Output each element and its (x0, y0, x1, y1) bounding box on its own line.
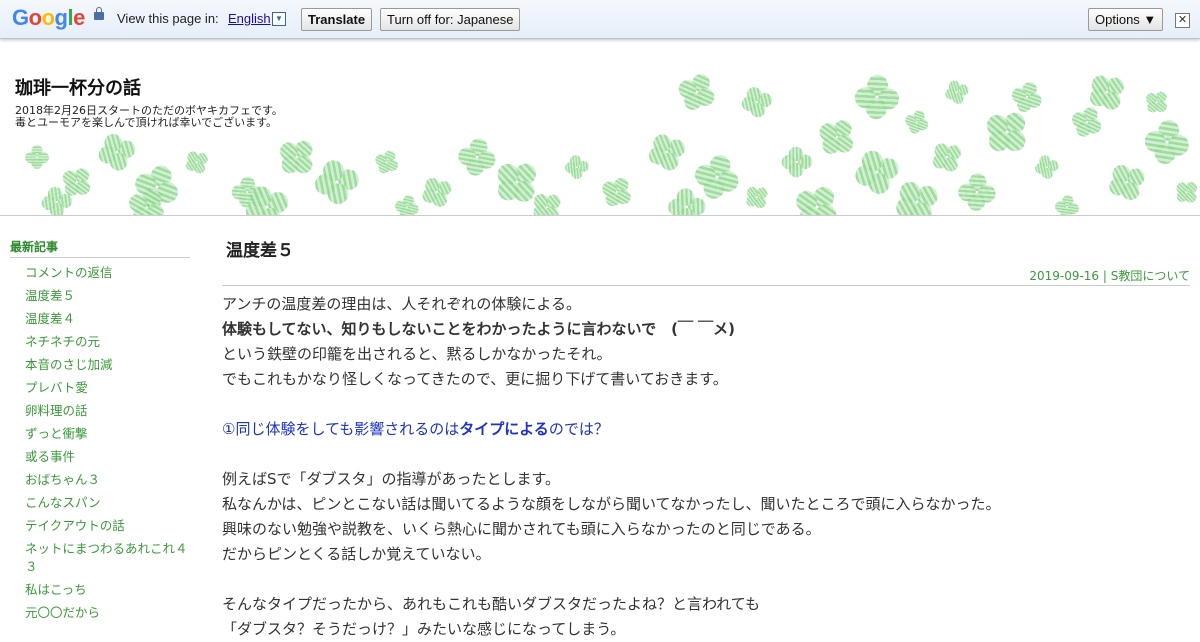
sidebar-item[interactable]: プレバト愛 (25, 379, 190, 397)
language-select[interactable]: English (228, 11, 271, 26)
sidebar: 最新記事 コメントの返信 温度差５ 温度差４ ネチネチの元 本音のさじ加減 プレ… (10, 238, 190, 627)
paragraph: 私なんかは、ピンとこない話は聞いてるような顔をしながら聞いてなかったし、聞いたと… (222, 495, 1001, 513)
sidebar-item[interactable]: 温度差４ (25, 310, 190, 328)
paragraph: という鉄壁の印籠を出されると、黙るしかなかったそれ。 (222, 345, 612, 363)
heading-bold: タイプによる (459, 420, 549, 438)
paragraph: そんなタイプだったから、あれもこれも酷いダブスタだったよね？と言われても (222, 595, 761, 613)
paragraph: 興味のない勉強や説教を、いくら熱心に聞かされても頭に入らなかったのと同じである。 (222, 520, 821, 538)
post: 温度差５ 2019-09-16 | S教団について アンチの温度差の理由は、人そ… (222, 236, 1190, 642)
sidebar-item[interactable]: ネチネチの元 (25, 333, 190, 351)
sidebar-title: 最新記事 (10, 238, 190, 258)
turn-off-button[interactable]: Turn off for: Japanese (380, 8, 521, 31)
paragraph: 例えばSで「ダブスタ」の指導があったとします。 (222, 470, 561, 488)
sidebar-item[interactable]: 温度差５ (25, 287, 190, 305)
sidebar-item[interactable]: ネットにまつわるあれこれ４３ (25, 540, 190, 576)
sidebar-item[interactable]: こんなスパン (25, 494, 190, 512)
paragraph: だからピンとくる話しか覚えていない。 (222, 545, 491, 563)
post-body: アンチの温度差の理由は、人それぞれの体験による。 体験もしてない、知りもしないこ… (222, 292, 1190, 642)
header-banner: 珈琲一杯分の話 2018年2月26日スタートのただのボヤキカフェです。 毒とユー… (0, 65, 1200, 215)
site-description: 2018年2月26日スタートのただのボヤキカフェです。 毒とユーモアを楽しんで頂… (15, 105, 283, 129)
sidebar-item[interactable]: 卵料理の話 (25, 402, 190, 420)
google-logo: Google (12, 5, 85, 30)
sidebar-item[interactable]: おばちゃん３ (25, 471, 190, 489)
sidebar-item[interactable]: 本音のさじ加減 (25, 356, 190, 374)
sidebar-item[interactable]: テイクアウトの話 (25, 517, 190, 535)
sidebar-item[interactable]: 元〇〇だから (25, 604, 190, 622)
translate-bar: Google View this page in: English ▼ Tran… (0, 0, 1200, 39)
close-icon[interactable]: ✕ (1175, 13, 1190, 28)
sidebar-item[interactable]: コメントの返信 (25, 264, 190, 282)
site-title[interactable]: 珈琲一杯分の話 (15, 74, 141, 100)
options-button[interactable]: Options ▼ (1088, 8, 1164, 31)
section-heading: ①同じ体験をしても影響されるのはタイプによるのでは？ (222, 417, 1190, 442)
post-title[interactable]: 温度差５ (226, 236, 1190, 261)
paragraph: アンチの温度差の理由は、人それぞれの体験による。 (222, 295, 581, 313)
heading-part: のでは？ (548, 420, 609, 438)
paragraph-bold: 体験もしてない、知りもしないことをわかったように言わないで (￣ ￣メ) (222, 320, 736, 338)
sidebar-item[interactable]: ずっと衝撃 (25, 425, 190, 443)
chevron-down-icon[interactable]: ▼ (272, 12, 286, 26)
paragraph: でもこれもかなり怪しくなってきたので、更に掘り下げて書いておきます。 (222, 370, 728, 388)
post-meta[interactable]: 2019-09-16 | S教団について (222, 267, 1190, 286)
sidebar-item[interactable]: 或る事件 (25, 448, 190, 466)
view-page-text: View this page in: (117, 11, 219, 26)
sidebar-item[interactable]: 私はこっち (25, 581, 190, 599)
lock-icon (94, 7, 104, 20)
site-description-line: 毒とユーモアを楽しんで頂ければ幸いでございます。 (15, 116, 278, 129)
recent-posts-list: コメントの返信 温度差５ 温度差４ ネチネチの元 本音のさじ加減 プレバト愛 卵… (10, 264, 190, 622)
translate-button[interactable]: Translate (301, 8, 373, 31)
header-divider (0, 215, 1200, 216)
heading-part: ①同じ体験をしても影響されるのは (222, 420, 460, 438)
